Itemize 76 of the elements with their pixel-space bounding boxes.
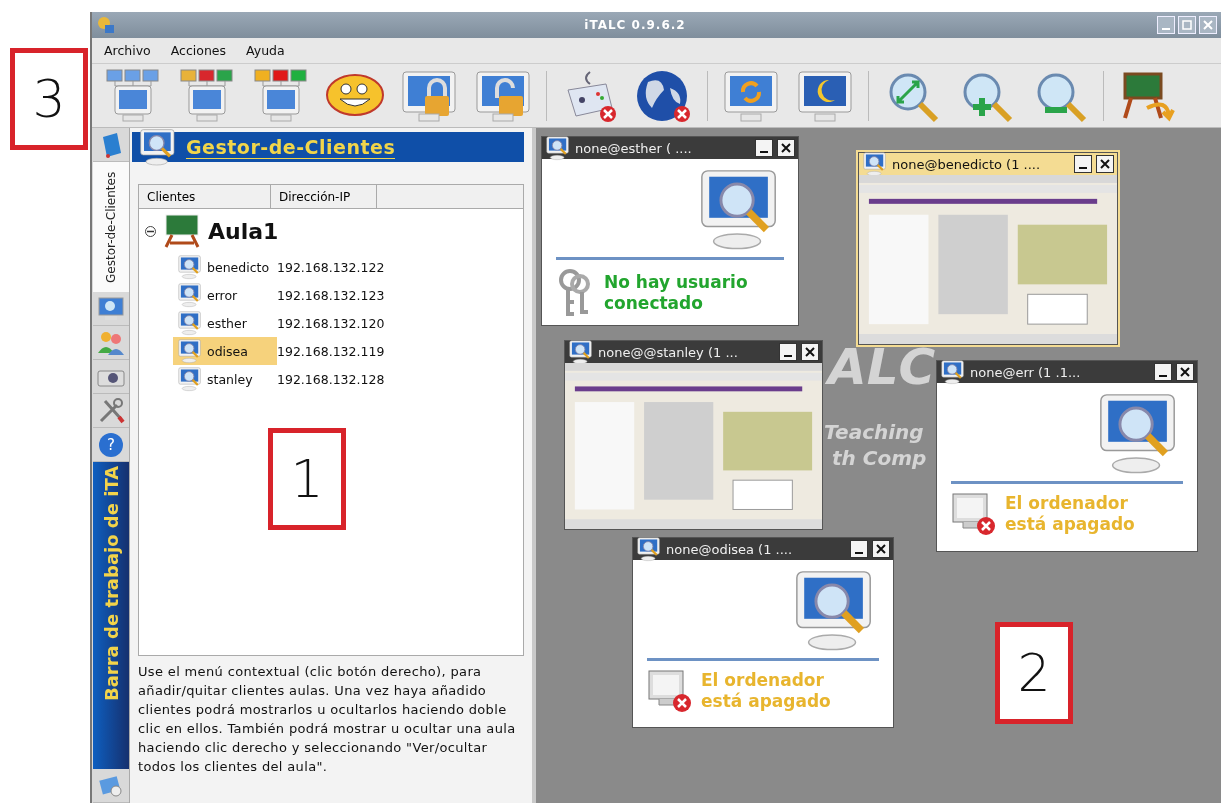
- client-window-title: none@odisea (1 ....: [666, 541, 794, 557]
- monitor-icon: [545, 135, 571, 161]
- close-icon: [805, 347, 815, 357]
- monitor-off-icon: [951, 492, 997, 536]
- side-tab[interactable]: Gestor-de-Clientes: [92, 162, 129, 292]
- close-icon: [876, 544, 886, 554]
- client-window-title: none@@stanley (1 ...: [598, 344, 739, 360]
- panel-title: Gestor-de-Clientes: [186, 135, 396, 159]
- minimize-icon: [1162, 28, 1170, 30]
- status-message: No hay usuario conectado: [604, 272, 749, 314]
- ip-address: 192.168.132.128: [277, 371, 385, 387]
- close-icon: [1180, 367, 1190, 377]
- minimize-button[interactable]: [850, 540, 868, 558]
- ip-address: 192.168.132.119: [277, 343, 385, 359]
- client-window[interactable]: none@benedicto (1 ....: [858, 152, 1118, 345]
- close-button[interactable]: [1176, 363, 1194, 381]
- logo-text: th Comp: [832, 446, 927, 470]
- client-item[interactable]: odisea: [173, 337, 277, 365]
- close-icon: [1100, 159, 1110, 169]
- monitor-icon: [177, 338, 203, 364]
- column-header[interactable]: Dirección-IP: [271, 185, 377, 208]
- client-window-title: none@esther ( ....: [575, 140, 693, 156]
- minimize-icon: [784, 355, 792, 357]
- status-message: El ordenador está apagado: [701, 670, 832, 712]
- client-window[interactable]: none@esther ( .... No hay usuario conectado: [541, 136, 799, 326]
- monitor-icon: [177, 310, 203, 336]
- column-header[interactable]: Clientes: [139, 185, 271, 208]
- ip-address: 192.168.132.123: [277, 287, 385, 303]
- monitor-icon: [177, 282, 203, 308]
- client-window-title: none@err (1 .1...: [970, 364, 1082, 380]
- minimize-icon: [855, 552, 863, 554]
- callout-label: 3: [10, 48, 88, 150]
- minimize-icon: [1159, 375, 1167, 377]
- monitor-icon: [636, 536, 662, 562]
- monitor-icon: [568, 339, 594, 365]
- maximize-icon: [1182, 20, 1192, 30]
- status-message: El ordenador está apagado: [1005, 493, 1136, 535]
- minimize-button[interactable]: [755, 139, 773, 157]
- sidebar-title: Barra de trabajo de iTA: [92, 462, 129, 769]
- close-button[interactable]: [777, 139, 795, 157]
- client-item[interactable]: error: [173, 281, 277, 309]
- window-title: iTALC 0.9.6.2: [583, 18, 687, 32]
- menu-item[interactable]: Ayuda: [246, 43, 285, 58]
- close-icon: [781, 143, 791, 153]
- minimize-button[interactable]: [1074, 155, 1092, 173]
- minimize-icon: [1079, 167, 1087, 169]
- ip-address: 192.168.132.122: [277, 259, 385, 275]
- close-button[interactable]: [1096, 155, 1114, 173]
- client-window[interactable]: none@@stanley (1 ...: [564, 340, 823, 530]
- client-item[interactable]: benedicto: [173, 253, 277, 281]
- callout-label: 1: [268, 428, 346, 530]
- monitor-icon: [177, 254, 203, 280]
- client-window[interactable]: none@odisea (1 .... El ordenador está apagado: [632, 537, 894, 728]
- close-icon: [1203, 20, 1213, 30]
- logo-text: Teaching: [824, 420, 924, 444]
- minimize-button[interactable]: [779, 343, 797, 361]
- monitor-icon: [940, 359, 966, 385]
- monitor-icon: [177, 366, 203, 392]
- monitor-off-icon: [647, 669, 693, 713]
- minimize-button[interactable]: [1154, 363, 1172, 381]
- callout-label: 2: [995, 622, 1073, 724]
- help-text: Use el menú contextual (clic botón derecho), para añadir/quitar clientes aulas. Una vez haya añadido clientes podrá mostrarlos u ocultarlos haciendo doble clic en ellos. También podrá mostrar u ocultar una aula haciendo clic derecho y seleccionando "Ver/ocultar todos los clientes del aula".: [138, 663, 517, 776]
- menu-item[interactable]: Archivo: [104, 43, 151, 58]
- menu-item[interactable]: Acciones: [170, 43, 227, 58]
- close-button[interactable]: [872, 540, 890, 558]
- client-window-title: none@benedicto (1 ....: [892, 156, 1042, 172]
- close-button[interactable]: [801, 343, 819, 361]
- chalkboard-icon: [162, 213, 202, 249]
- classroom-name[interactable]: Aula1: [208, 218, 279, 244]
- client-window[interactable]: none@err (1 .1... El ordenador está apagado: [936, 360, 1198, 552]
- app-icon: [96, 15, 116, 35]
- monitor-icon: [862, 151, 888, 177]
- ip-address: 192.168.132.120: [277, 315, 385, 331]
- minimize-icon: [760, 151, 768, 153]
- client-item[interactable]: stanley: [173, 365, 277, 393]
- client-item[interactable]: esther: [173, 309, 277, 337]
